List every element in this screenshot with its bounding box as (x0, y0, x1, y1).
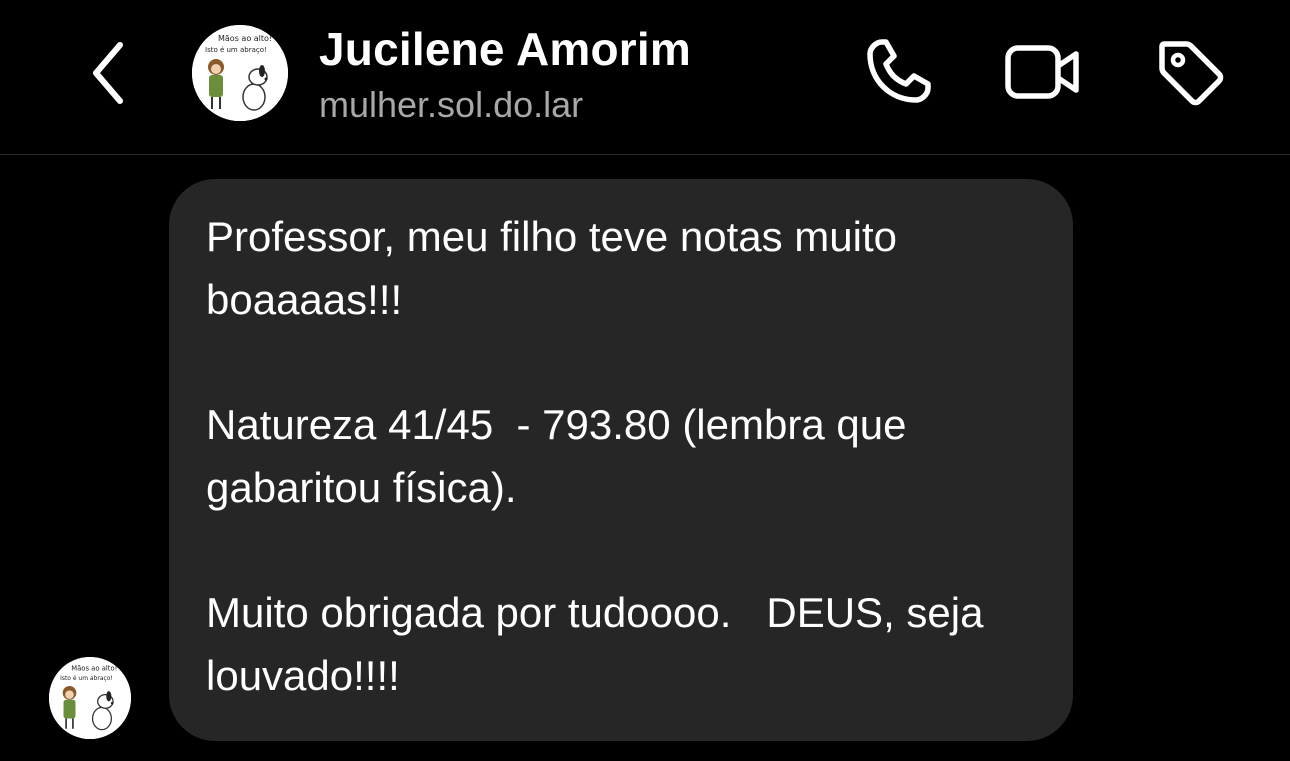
sender-avatar-caption-1: Mãos ao alto! (71, 665, 117, 673)
tag-button[interactable] (1152, 34, 1228, 110)
avatar-image: Mãos ao alto! Isto é um abraço! (192, 25, 288, 121)
back-button[interactable] (84, 38, 132, 108)
video-camera-icon (1005, 45, 1079, 99)
chevron-left-icon (93, 42, 123, 104)
sender-avatar-image: Mãos ao alto! Isto é um abraço! (49, 657, 131, 739)
phone-icon (867, 39, 931, 103)
avatar-caption-1: Mãos ao alto! (218, 34, 272, 43)
message-sender-avatar[interactable]: Mãos ao alto! Isto é um abraço! (49, 657, 131, 739)
message-paragraph-3: Muito obrigada por tudoooo. DEUS, seja l… (206, 589, 996, 699)
sender-avatar-caption-2: Isto é um abraço! (60, 675, 113, 682)
message-paragraph-2: Natureza 41/45 - 793.80 (lembra que gaba… (206, 401, 919, 511)
call-button[interactable] (860, 34, 936, 110)
contact-avatar[interactable]: Mãos ao alto! Isto é um abraço! (192, 25, 288, 121)
tag-icon (1159, 41, 1224, 106)
contact-username[interactable]: mulher.sol.do.lar (319, 84, 583, 126)
video-call-button[interactable] (1004, 34, 1080, 110)
contact-name[interactable]: Jucilene Amorim (319, 22, 691, 76)
message-paragraph-1: Professor, meu filho teve notas muito bo… (206, 213, 909, 323)
message-bubble[interactable]: Professor, meu filho teve notas muito bo… (169, 179, 1073, 741)
avatar-caption-2: Isto é um abraço! (205, 46, 267, 54)
chat-header: Mãos ao alto! Isto é um abraço! Jucilene… (0, 0, 1290, 155)
